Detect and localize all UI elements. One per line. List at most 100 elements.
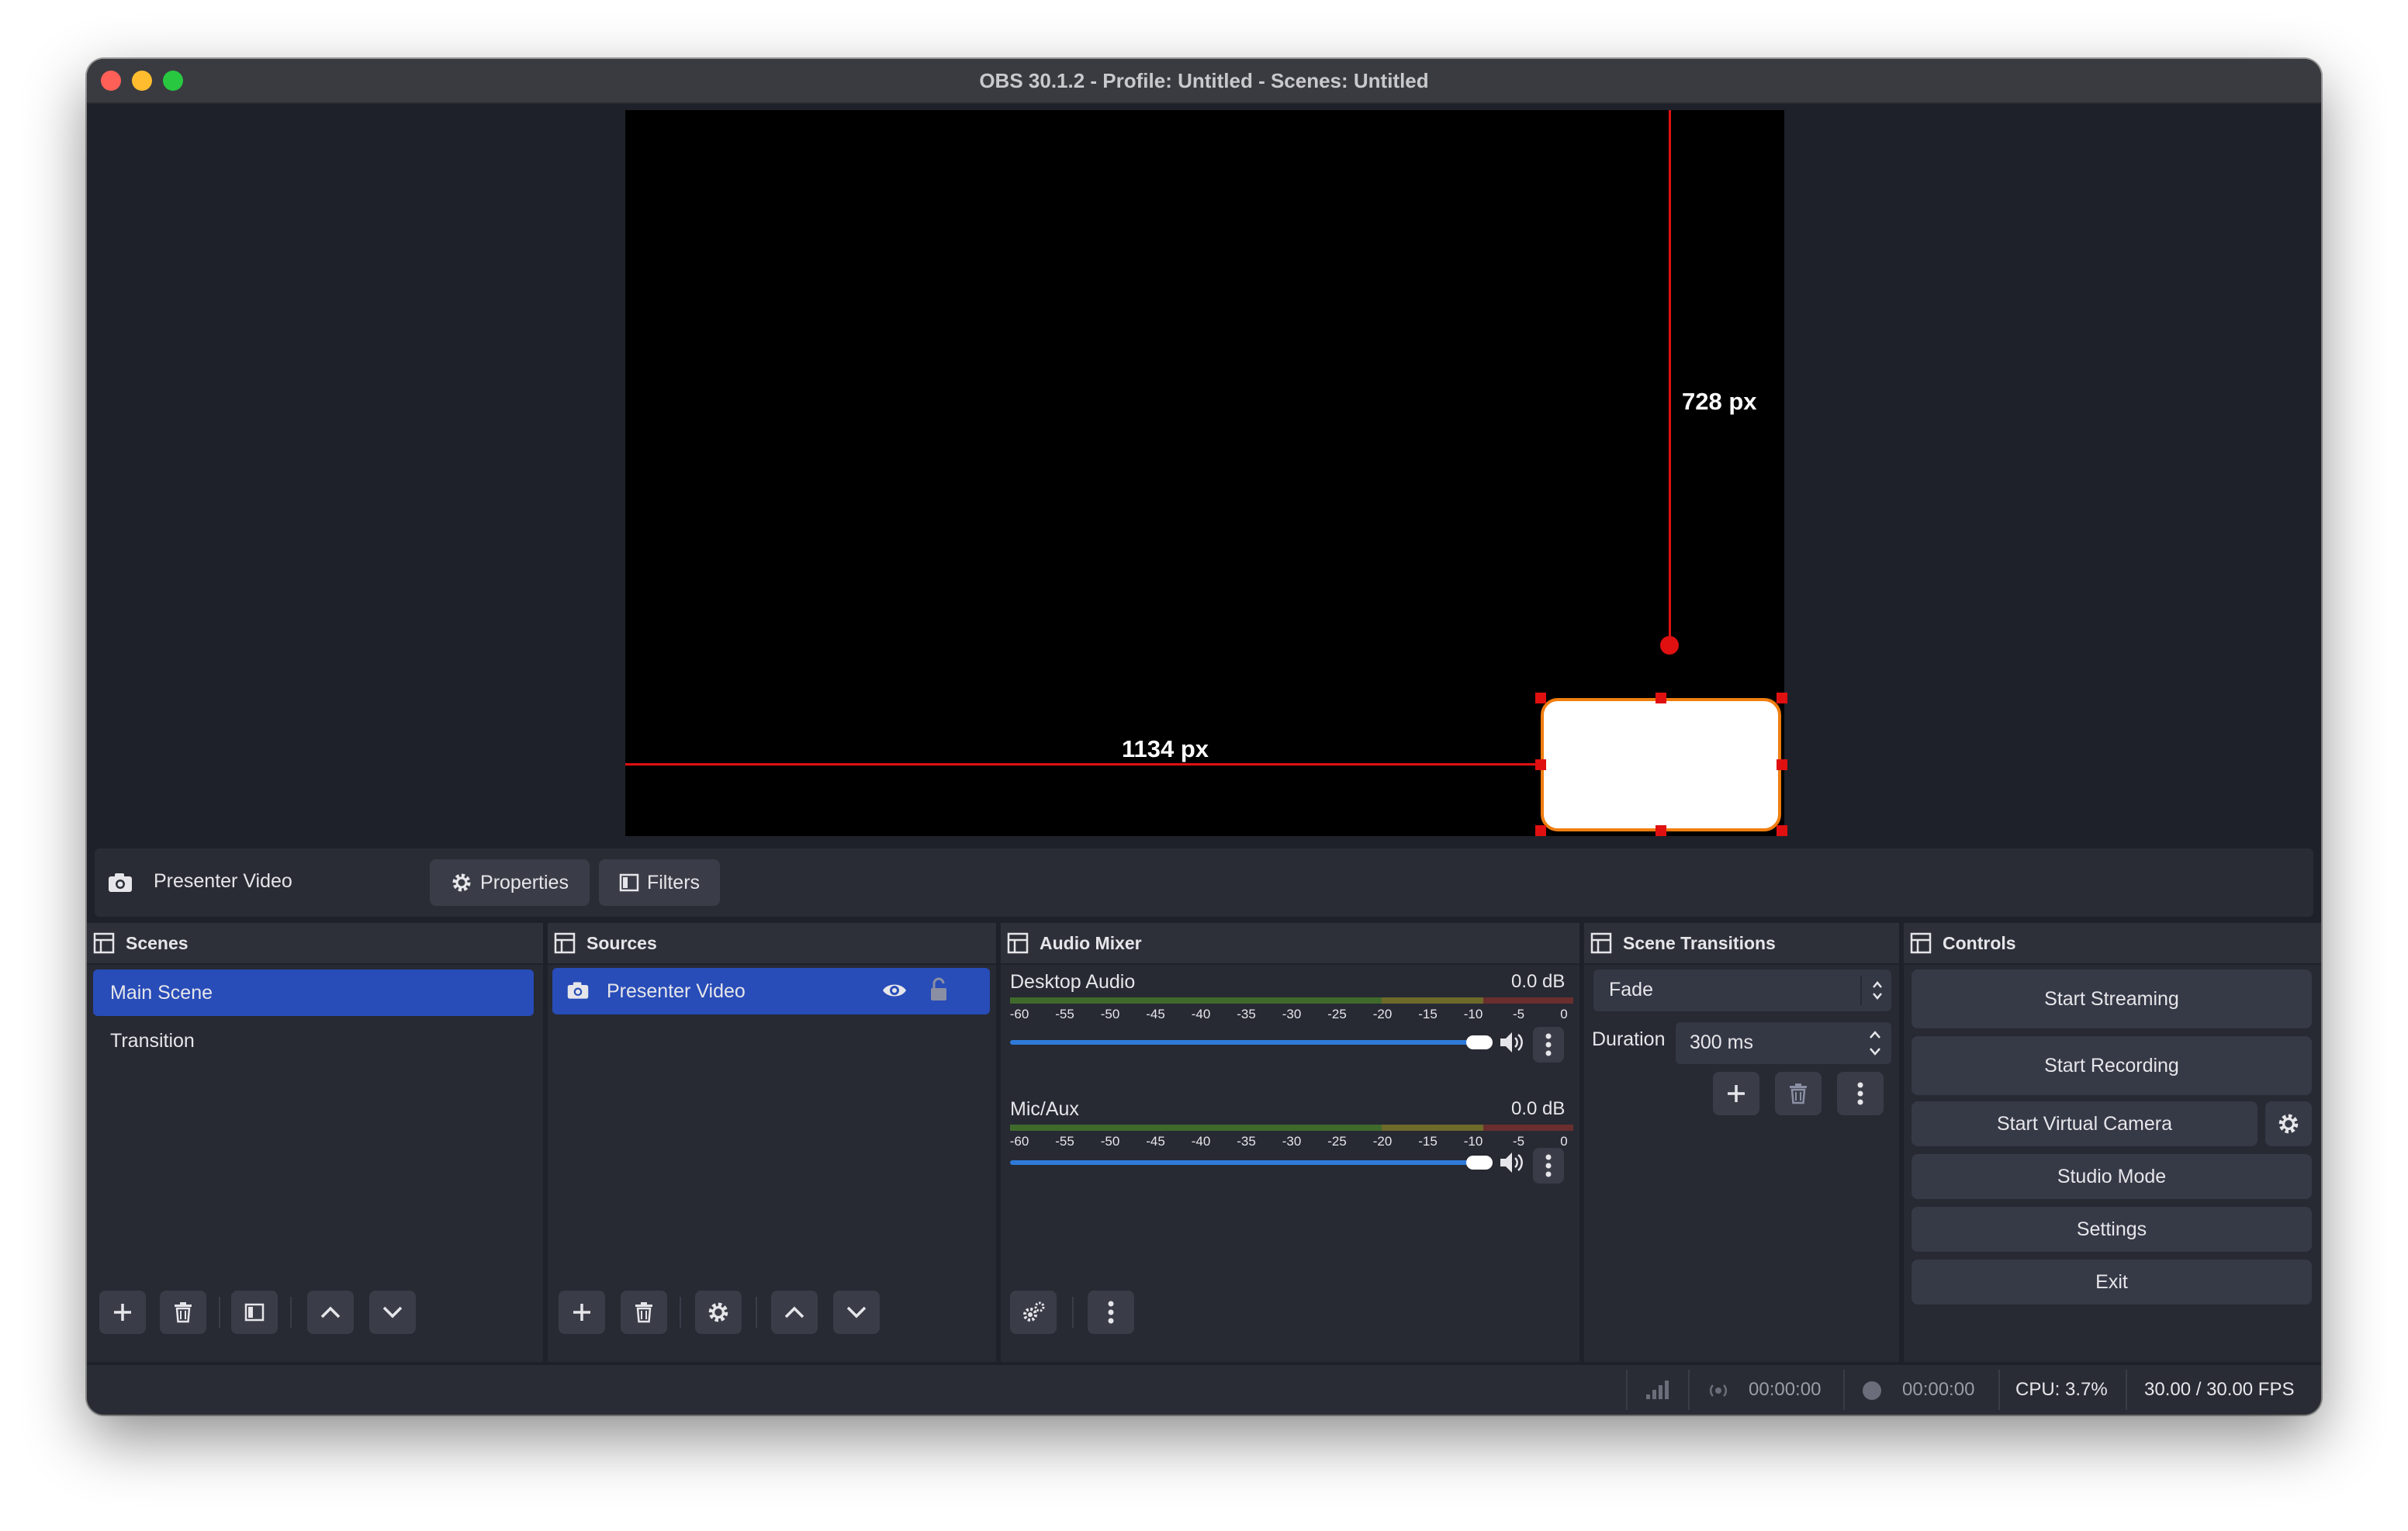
transition-select-value: Fade [1609,979,1653,1001]
move-scene-down-button[interactable] [369,1291,416,1334]
meter-scale: -60 -55 -50 -45 -40 -35 -30 -25 -20 -15 -10 -5 0 [1010,1134,1573,1154]
more-vertical-icon [1545,1154,1552,1177]
network-signal-icon [1645,1379,1669,1401]
filters-label: Filters [646,871,701,893]
volume-slider[interactable] [1010,1040,1476,1045]
resize-handle-bottom-left[interactable] [1535,825,1546,836]
trash-icon [1788,1083,1808,1104]
resize-handle-top[interactable] [1656,693,1666,703]
meter-scale-label: -20 [1372,1134,1393,1149]
controls-dock-header: Controls [1904,923,2321,965]
presenter-video-source[interactable] [1541,698,1781,831]
properties-button[interactable]: Properties [430,859,590,906]
resize-handle-right[interactable] [1777,759,1787,770]
select-divider [1860,976,1862,1005]
horizontal-distance-guide [625,763,1539,766]
meter-scale-label: -50 [1100,1134,1120,1149]
selected-source-bounds[interactable] [1535,693,1787,836]
chevron-up-icon [784,1305,805,1320]
meter-scale-label: 0 [1560,1134,1568,1149]
meter-scale-label: -40 [1191,1007,1211,1021]
streaming-status-icon [1708,1382,1728,1399]
meter-scale-label: -25 [1327,1007,1347,1021]
add-scene-button[interactable] [99,1291,146,1334]
controls-title: Controls [1943,933,2016,953]
move-source-up-button[interactable] [771,1291,818,1334]
channel-db: 0.0 dB [1511,971,1566,992]
volume-slider[interactable] [1010,1160,1476,1165]
rotation-handle[interactable] [1660,636,1679,655]
source-properties-button[interactable] [695,1291,742,1334]
channel-menu-button[interactable] [1533,1027,1564,1063]
move-source-down-button[interactable] [833,1291,880,1334]
settings-button[interactable]: Settings [1912,1207,2312,1252]
advanced-audio-properties-button[interactable] [1010,1291,1057,1334]
controls-body: Start Streaming Start Recording Start Vi… [1904,965,2321,1362]
studio-mode-button[interactable]: Studio Mode [1912,1154,2312,1199]
preview-canvas[interactable]: 1134 px 728 px [625,110,1787,836]
context-source-name: Presenter Video [154,870,292,892]
channel-menu-button[interactable] [1533,1148,1564,1184]
audio-mixer-menu-button[interactable] [1088,1291,1134,1334]
remove-source-button[interactable] [621,1291,667,1334]
meter-scale-label: -10 [1463,1007,1483,1021]
scenes-list: Main Scene Transition [87,965,543,1362]
source-item-presenter-video[interactable]: Presenter Video [552,968,990,1014]
horizontal-distance-label: 1134 px [1122,735,1209,762]
gear-icon [707,1301,730,1324]
status-divider [1843,1370,1845,1410]
toolbar-divider [219,1297,220,1328]
add-source-button[interactable] [559,1291,605,1334]
meter-scale-label: -60 [1009,1007,1029,1021]
transition-menu-button[interactable] [1837,1072,1884,1115]
audio-mixer-body: Desktop Audio 0.0 dB -60 -55 -50 -45 -40 -35-… [1001,965,1579,1362]
remove-transition-button[interactable] [1775,1072,1822,1115]
source-context-bar: Presenter Video Properties Filters [95,848,2313,917]
dock-icon [1590,932,1612,954]
start-recording-button[interactable]: Start Recording [1912,1036,2312,1095]
scene-item-label: Transition [110,1030,195,1052]
duration-spinbox[interactable]: 300 ms [1676,1022,1891,1064]
scene-item-transition[interactable]: Transition [93,1018,534,1064]
channel-name: Mic/Aux [1010,1098,1079,1120]
meter-scale-label: -15 [1418,1134,1438,1149]
visibility-eye-icon[interactable] [881,980,908,1001]
properties-label: Properties [480,871,569,893]
gear-icon [2277,1112,2300,1135]
trash-icon [173,1301,193,1323]
meter-scale-label: 0 [1560,1007,1568,1021]
add-transition-button[interactable] [1713,1072,1759,1115]
volume-meter [1010,1125,1573,1131]
plus-icon [571,1301,593,1323]
scene-filters-button[interactable] [231,1291,278,1334]
exit-button[interactable]: Exit [1912,1260,2312,1305]
gear-icon [451,872,472,893]
resize-handle-bottom[interactable] [1656,825,1666,836]
virtual-camera-settings-button[interactable] [2265,1101,2312,1146]
scene-transitions-dock-header: Scene Transitions [1584,923,1899,965]
resize-handle-top-right[interactable] [1777,693,1787,703]
spin-arrows-icon[interactable] [1868,1028,1882,1058]
remove-scene-button[interactable] [160,1291,206,1334]
toolbar-divider [1072,1297,1074,1328]
resize-handle-bottom-right[interactable] [1777,825,1787,836]
start-streaming-button[interactable]: Start Streaming [1912,969,2312,1028]
unlock-icon[interactable] [929,977,948,1002]
volume-slider-handle[interactable] [1466,1035,1493,1049]
speaker-icon[interactable] [1499,1150,1525,1175]
filters-button[interactable]: Filters [599,859,720,906]
resize-handle-left[interactable] [1535,759,1546,770]
scene-item-main-scene[interactable]: Main Scene [93,969,534,1016]
audio-mixer-dock-header: Audio Mixer [1001,923,1579,965]
move-scene-up-button[interactable] [307,1291,354,1334]
filter-icon [244,1302,265,1322]
transition-select[interactable]: Fade [1593,969,1891,1011]
volume-slider-handle[interactable] [1466,1156,1493,1170]
more-vertical-icon [1857,1082,1863,1105]
speaker-icon[interactable] [1499,1030,1525,1055]
start-virtual-camera-button[interactable]: Start Virtual Camera [1912,1101,2258,1146]
resize-handle-top-left[interactable] [1535,693,1546,703]
meter-scale-label: -35 [1237,1134,1256,1149]
vertical-distance-label: 728 px [1682,388,1757,415]
toolbar-divider [756,1297,757,1328]
